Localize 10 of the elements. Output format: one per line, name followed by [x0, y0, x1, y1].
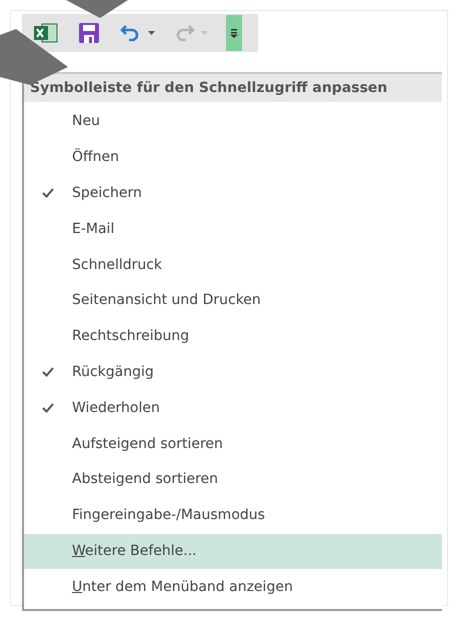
checkmark-icon — [42, 367, 54, 378]
dropdown-icon[interactable] — [230, 28, 238, 38]
caret-icon[interactable] — [148, 31, 155, 35]
save-icon[interactable] — [78, 22, 100, 44]
customize-toolbar-button[interactable] — [226, 15, 242, 51]
menu-item[interactable]: Weitere Befehle... — [24, 534, 442, 570]
checkmark-icon — [42, 403, 54, 414]
checkmark-icon — [42, 188, 54, 198]
menu-title: Symbolleiste für den Schnellzugriff anpassen — [24, 72, 442, 102]
spreadsheet-app-icon[interactable] — [34, 23, 58, 43]
